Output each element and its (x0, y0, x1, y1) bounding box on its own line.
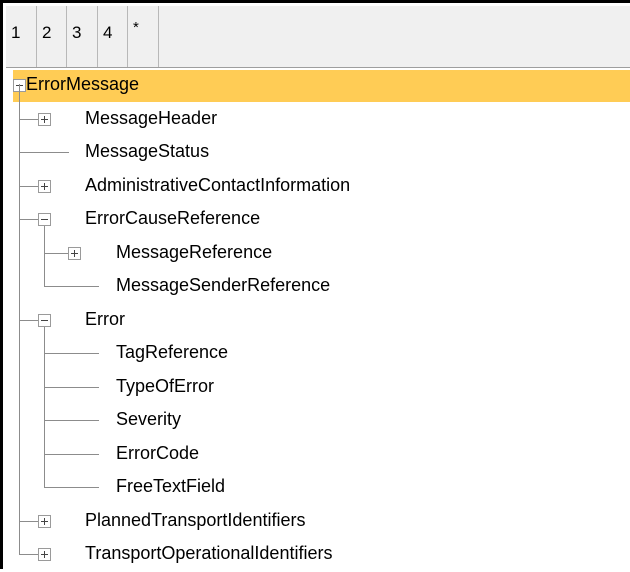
toggle-bar (44, 116, 45, 123)
tree-connector-line (19, 152, 69, 153)
minus-box-icon[interactable] (38, 314, 51, 327)
tree-node-label: Severity (116, 409, 182, 429)
tree-row[interactable]: FreeTextField (13, 472, 630, 504)
tree-view-window: 1 2 3 4 * ErrorMessage MessageHeader Messa… (0, 0, 630, 569)
plus-box-icon[interactable] (38, 180, 51, 193)
tree-row[interactable]: ErrorCauseReference (13, 204, 630, 236)
tree-row[interactable]: TypeOfError (13, 372, 630, 404)
tree-row[interactable]: MessageReference (13, 238, 630, 270)
tree-node-label: MessageStatus (85, 141, 210, 161)
tree-node-label: ErrorCode (116, 443, 200, 463)
toggle-bar (74, 250, 75, 257)
tree-connector-line (19, 219, 38, 220)
tree-connector-line (44, 387, 99, 388)
tree-node-label: MessageHeader (85, 108, 218, 128)
tree-node-label: TransportOperationalIdentifiers (85, 543, 333, 563)
tree-row[interactable]: Error (13, 305, 630, 337)
tree-row[interactable]: MessageSenderReference (13, 271, 630, 303)
tree-connector-line (44, 321, 45, 488)
tree-row[interactable]: AdministrativeContactInformation (13, 171, 630, 203)
tree-node-label: ErrorMessage (26, 74, 140, 94)
tree-node-label: Error (85, 309, 125, 329)
level-tab-3[interactable]: 3 (67, 6, 98, 67)
tree-connector-line (19, 554, 38, 555)
plus-box-icon[interactable] (38, 113, 51, 126)
tree-connector-line (44, 487, 99, 488)
tree-node-label: MessageSenderReference (116, 275, 331, 295)
plus-box-icon[interactable] (38, 548, 51, 561)
tree-view: ErrorMessage MessageHeader MessageStatus Ad… (13, 70, 630, 572)
tree-connector-line (44, 286, 99, 287)
tree-node-label: TypeOfError (116, 376, 215, 396)
tree-connector-line (44, 454, 99, 455)
tree-node-label: PlannedTransportIdentifiers (85, 510, 306, 530)
tree-connector-line (44, 353, 99, 354)
minus-box-icon[interactable] (38, 213, 51, 226)
tree-connector-line (19, 186, 38, 187)
tree-row[interactable]: ErrorCode (13, 439, 630, 471)
level-tab-all[interactable]: * (128, 6, 159, 67)
level-tab-bar: 1 2 3 4 * (6, 6, 630, 68)
tree-connector-line (19, 521, 38, 522)
tree-row-root[interactable]: ErrorMessage (13, 70, 630, 102)
tree-row[interactable]: Severity (13, 405, 630, 437)
plus-box-icon[interactable] (38, 515, 51, 528)
toggle-bar (44, 518, 45, 525)
tree-node-label: ErrorCauseReference (85, 208, 261, 228)
tree-node-label: AdministrativeContactInformation (85, 175, 351, 195)
tree-node-label: FreeTextField (116, 476, 226, 496)
tree-row[interactable]: TagReference (13, 338, 630, 370)
toggle-bar (44, 183, 45, 190)
tree-node-label: MessageReference (116, 242, 273, 262)
tree-row[interactable]: MessageStatus (13, 137, 630, 169)
toggle-bar (44, 551, 45, 558)
plus-box-icon[interactable] (68, 247, 81, 260)
tree-connector-line (19, 320, 38, 321)
tree-row[interactable]: MessageHeader (13, 104, 630, 136)
level-tab-1[interactable]: 1 (6, 6, 37, 67)
tree-connector-line (44, 420, 99, 421)
tree-connector-line (19, 119, 38, 120)
tree-row[interactable]: PlannedTransportIdentifiers (13, 506, 630, 538)
tree-row[interactable]: TransportOperationalIdentifiers (13, 539, 630, 571)
level-tab-4[interactable]: 4 (98, 6, 128, 67)
toggle-bar (41, 219, 48, 220)
level-tab-2[interactable]: 2 (37, 6, 67, 67)
tree-node-label: TagReference (116, 342, 229, 362)
toggle-bar (41, 320, 48, 321)
tree-connector-line (44, 253, 68, 254)
